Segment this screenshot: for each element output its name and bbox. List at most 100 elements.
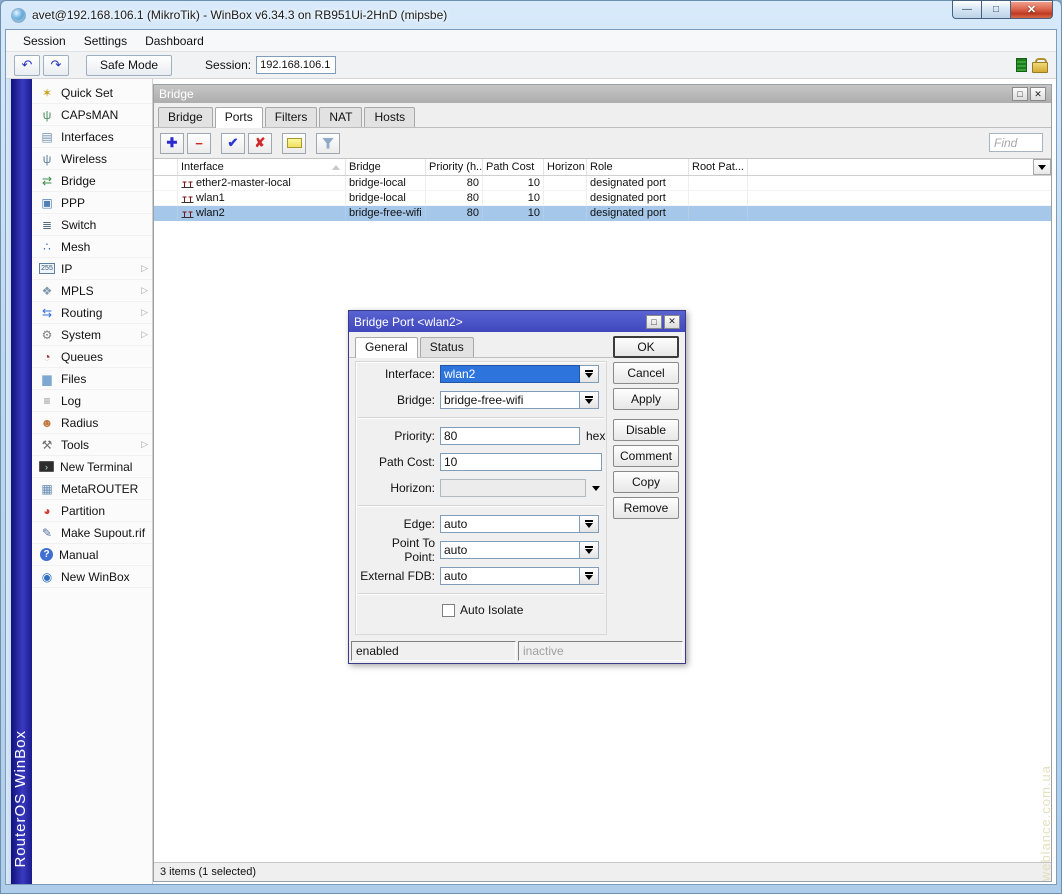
disable-button[interactable]: ✘ xyxy=(248,133,272,154)
sidebar-item-partition[interactable]: ◕Partition xyxy=(32,500,152,522)
column-header-horizon[interactable]: Horizon xyxy=(544,159,587,175)
horizon-input[interactable] xyxy=(440,479,586,497)
dropdown-arrow-icon[interactable] xyxy=(592,486,600,491)
column-header-interface[interactable]: Interface xyxy=(178,159,346,175)
redo-button[interactable]: ↷ xyxy=(43,55,69,76)
close-button[interactable]: ✕ xyxy=(1030,87,1046,101)
tab-nat[interactable]: NAT xyxy=(319,107,362,127)
cell-filler xyxy=(748,206,1051,220)
column-header-path-cost[interactable]: Path Cost xyxy=(483,159,544,175)
close-icon: ✕ xyxy=(1027,3,1036,16)
edge-dropdown-button[interactable] xyxy=(580,515,599,533)
sidebar-item-queues[interactable]: ◔Queues xyxy=(32,346,152,368)
close-button[interactable]: ✕ xyxy=(664,315,680,329)
sidebar-item-log[interactable]: ≡Log xyxy=(32,390,152,412)
tab-hosts[interactable]: Hosts xyxy=(364,107,415,127)
remove-button[interactable]: − xyxy=(187,133,211,154)
copy-button[interactable]: Copy xyxy=(613,471,679,493)
check-icon: ✔ xyxy=(228,135,239,151)
restore-button[interactable]: □ xyxy=(1012,87,1028,101)
menu-item-dashboard[interactable]: Dashboard xyxy=(136,32,213,50)
remove-button[interactable]: Remove xyxy=(613,497,679,519)
comment-button[interactable]: Comment xyxy=(613,445,679,467)
auto-isolate-checkbox[interactable] xyxy=(442,604,455,617)
sort-ascending-icon xyxy=(332,165,340,170)
comment-icon xyxy=(287,138,302,148)
dialog-tab-status[interactable]: Status xyxy=(420,337,474,357)
inactive-status: inactive xyxy=(518,641,683,661)
disable-button[interactable]: Disable xyxy=(613,419,679,441)
sidebar-item-make-supout-rif[interactable]: ✎Make Supout.rif xyxy=(32,522,152,544)
sidebar-item-ip[interactable]: 255IP▷ xyxy=(32,258,152,280)
ok-button[interactable]: OK xyxy=(613,336,679,358)
cross-icon: ✘ xyxy=(255,135,266,151)
sidebar-item-quick-set[interactable]: ✶Quick Set xyxy=(32,82,152,104)
column-header-flag[interactable] xyxy=(154,159,178,175)
filter-button[interactable] xyxy=(316,133,340,154)
apply-button[interactable]: Apply xyxy=(613,388,679,410)
bridge-window-titlebar[interactable]: Bridge □✕ xyxy=(154,85,1051,103)
column-header-priority-h[interactable]: Priority (h... xyxy=(426,159,483,175)
restore-button[interactable]: □ xyxy=(646,315,662,329)
sidebar-item-manual[interactable]: ?Manual xyxy=(32,544,152,566)
bridge-input[interactable]: bridge-free-wifi xyxy=(440,391,580,409)
point-to-point-input[interactable]: auto xyxy=(440,541,580,559)
column-header-root-pat[interactable]: Root Pat... xyxy=(689,159,748,175)
menu-item-session[interactable]: Session xyxy=(14,32,75,50)
priority-input[interactable]: 80 xyxy=(440,427,580,445)
table-row[interactable]: ether2-master-localbridge-local8010desig… xyxy=(154,176,1051,191)
comment-button[interactable] xyxy=(282,133,306,154)
sidebar-item-routing[interactable]: ⇆Routing▷ xyxy=(32,302,152,324)
column-header-bridge[interactable]: Bridge xyxy=(346,159,426,175)
dropdown-arrow-icon xyxy=(1038,165,1046,170)
sidebar-item-wireless[interactable]: ψWireless xyxy=(32,148,152,170)
radius-icon: ☻ xyxy=(39,416,55,430)
close-button[interactable]: ✕ xyxy=(1010,0,1053,19)
session-input[interactable] xyxy=(256,56,336,74)
field-label: Horizon: xyxy=(358,481,440,495)
cancel-button[interactable]: Cancel xyxy=(613,362,679,384)
sidebar-item-mesh[interactable]: ∴Mesh xyxy=(32,236,152,258)
add-button[interactable]: ✚ xyxy=(160,133,184,154)
sidebar-item-bridge[interactable]: ⇄Bridge xyxy=(32,170,152,192)
enable-button[interactable]: ✔ xyxy=(221,133,245,154)
path-cost-input[interactable]: 10 xyxy=(440,453,602,471)
sidebar-item-new-terminal[interactable]: ›New Terminal xyxy=(32,456,152,478)
tab-filters[interactable]: Filters xyxy=(265,107,318,127)
sidebar-item-files[interactable]: ▆Files xyxy=(32,368,152,390)
safe-mode-button[interactable]: Safe Mode xyxy=(86,55,172,76)
field-label: Edge: xyxy=(358,517,440,531)
sidebar-item-label: Tools xyxy=(61,438,89,452)
maximize-button[interactable]: □ xyxy=(981,0,1010,19)
interface-dropdown-button[interactable] xyxy=(580,365,599,383)
find-input[interactable] xyxy=(989,133,1043,152)
bridge-dropdown-button[interactable] xyxy=(580,391,599,409)
dialog-titlebar[interactable]: Bridge Port <wlan2> □✕ xyxy=(349,311,685,332)
external-fdb-input[interactable]: auto xyxy=(440,567,580,585)
table-row[interactable]: wlan1bridge-local8010designated port xyxy=(154,191,1051,206)
sidebar-item-system[interactable]: ⚙System▷ xyxy=(32,324,152,346)
sidebar-item-mpls[interactable]: ❖MPLS▷ xyxy=(32,280,152,302)
sidebar-item-capsman[interactable]: ψCAPsMAN xyxy=(32,104,152,126)
column-header-role[interactable]: Role xyxy=(587,159,689,175)
menu-item-settings[interactable]: Settings xyxy=(75,32,136,50)
sidebar-item-ppp[interactable]: ▣PPP xyxy=(32,192,152,214)
column-chooser-button[interactable] xyxy=(1033,159,1051,175)
sidebar-item-interfaces[interactable]: ▤Interfaces xyxy=(32,126,152,148)
interface-input[interactable]: wlan2 xyxy=(440,365,580,383)
tab-bridge[interactable]: Bridge xyxy=(158,107,213,127)
dialog-tab-general[interactable]: General xyxy=(355,337,418,358)
table-row[interactable]: wlan2bridge-free-wifi8010designated port xyxy=(154,206,1051,221)
undo-button[interactable]: ↶ xyxy=(14,55,40,76)
minimize-button[interactable]: — xyxy=(952,0,981,19)
sidebar-item-switch[interactable]: ≣Switch xyxy=(32,214,152,236)
sidebar-item-metarouter[interactable]: ▦MetaROUTER xyxy=(32,478,152,500)
edge-input[interactable]: auto xyxy=(440,515,580,533)
sidebar-item-tools[interactable]: ⚒Tools▷ xyxy=(32,434,152,456)
sidebar-item-radius[interactable]: ☻Radius xyxy=(32,412,152,434)
point-to-point-dropdown-button[interactable] xyxy=(580,541,599,559)
external-fdb-dropdown-button[interactable] xyxy=(580,567,599,585)
sidebar-item-new-winbox[interactable]: ◉New WinBox xyxy=(32,566,152,588)
table-header: InterfaceBridgePriority (h...Path CostHo… xyxy=(154,159,1051,176)
tab-ports[interactable]: Ports xyxy=(215,107,263,128)
